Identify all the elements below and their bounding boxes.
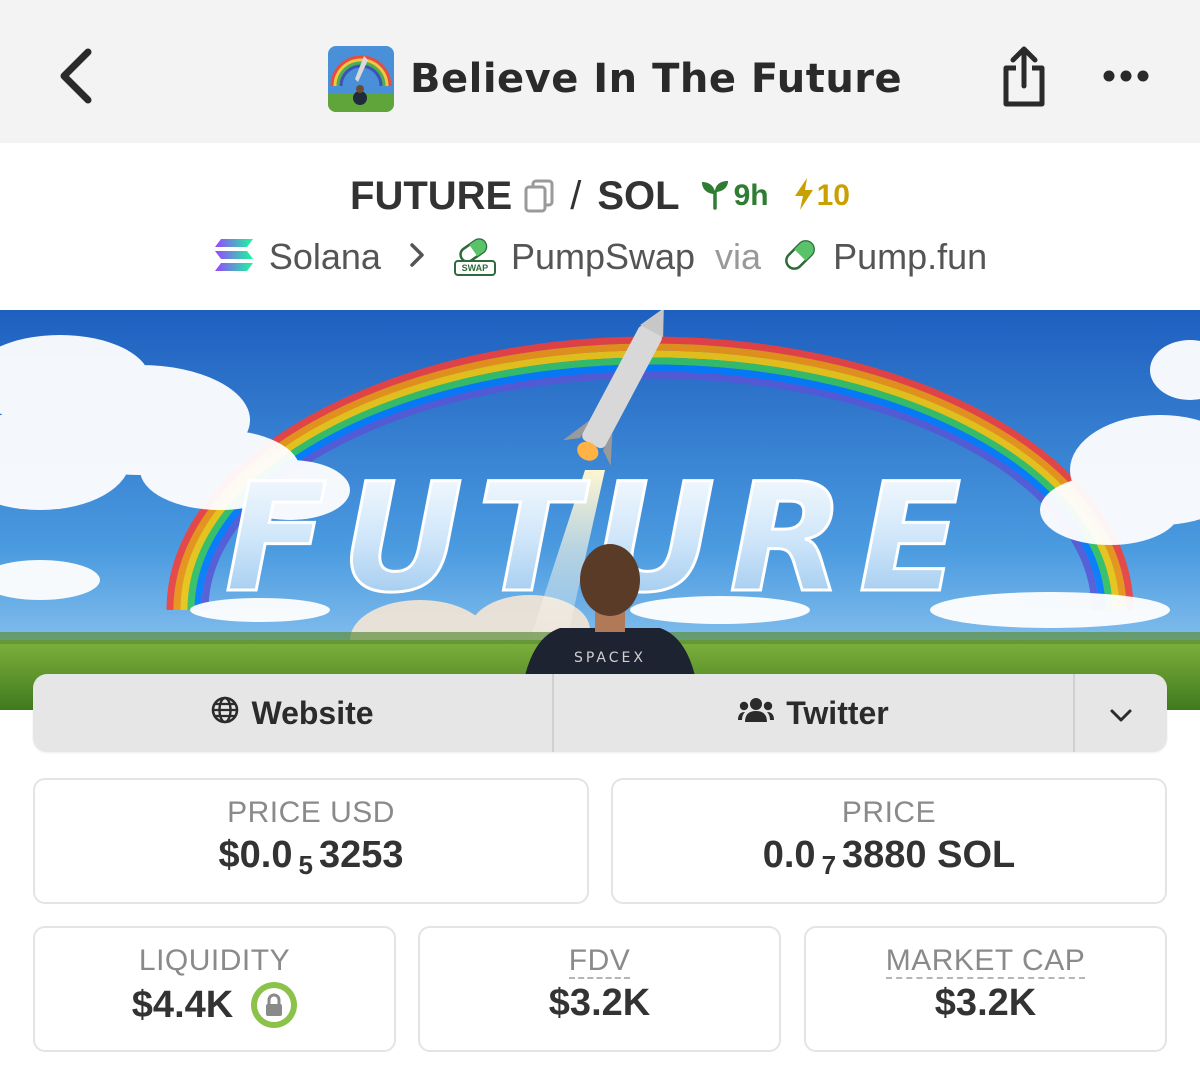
jacket-logo-text: SPACEX [574, 650, 646, 666]
share-button[interactable] [994, 44, 1054, 114]
price-usd-digits: 3253 [318, 834, 404, 876]
website-label: Website [251, 694, 374, 731]
market-cap-label[interactable]: MARKET CAP [806, 944, 1165, 979]
price-usd-zero-count: 5 [298, 850, 313, 880]
quote-token-symbol: SOL [597, 173, 680, 218]
twitter-label: Twitter [786, 694, 889, 731]
liquidity-lock-badge[interactable] [251, 982, 298, 1028]
pair-separator: / [570, 173, 582, 218]
share-icon [1000, 46, 1048, 113]
chain-link[interactable]: Solana [269, 236, 381, 278]
token-banner-image: FUTURE SPACEX [0, 310, 1200, 710]
chevron-right-icon [409, 242, 425, 273]
more-links-dropdown[interactable] [1075, 674, 1167, 752]
liquidity-value: $4.4K [131, 983, 234, 1026]
liquidity-label: LIQUIDITY [138, 944, 291, 977]
market-cap-label-text: MARKET CAP [885, 944, 1086, 979]
swap-badge-text: SWAP [461, 263, 489, 273]
globe-icon [211, 695, 239, 732]
website-button[interactable]: Website [33, 674, 554, 752]
liquidity-card: LIQUIDITY $4.4K [33, 926, 396, 1052]
price-usd-label: PRICE USD [227, 796, 395, 829]
social-links-bar: Website Twitter [33, 674, 1167, 752]
pair-age-text: 9h [733, 179, 769, 212]
back-button[interactable] [44, 46, 108, 110]
market-cap-value: $3.2K [934, 982, 1037, 1024]
fdv-label[interactable]: FDV [420, 944, 779, 979]
users-icon [738, 695, 775, 732]
chevron-down-icon [1109, 695, 1133, 732]
launchpad-link[interactable]: Pump.fun [833, 236, 987, 278]
price-native-prefix: 0.0 [762, 834, 816, 876]
more-dots-icon [1103, 69, 1149, 88]
price-usd-prefix: $0.0 [218, 834, 293, 876]
price-native-label: PRICE [841, 796, 937, 829]
liquidity-value-row: $4.4K [35, 982, 394, 1028]
boost-count: 10 [816, 179, 850, 212]
seedling-icon [700, 178, 730, 215]
pair-age: 9h [700, 178, 769, 215]
price-native-card: PRICE 0.0 7 3880 SOL [611, 778, 1167, 904]
twitter-button[interactable]: Twitter [554, 674, 1075, 752]
fdv-card: FDV $3.2K [418, 926, 781, 1052]
pumpswap-icon: SWAP [453, 237, 497, 277]
fdv-value: $3.2K [548, 982, 651, 1024]
copy-icon[interactable] [524, 179, 554, 213]
page-title: Believe In The Future [410, 56, 903, 102]
dex-link[interactable]: PumpSwap [511, 236, 695, 278]
pill-icon [781, 236, 819, 279]
price-usd-card: PRICE USD $0.0 5 3253 [33, 778, 589, 904]
price-native-digits: 3880 SOL [842, 834, 1016, 876]
price-native-zero-count: 7 [821, 850, 837, 880]
token-avatar [328, 46, 394, 112]
fdv-label-text: FDV [568, 944, 631, 979]
lock-icon [263, 984, 285, 1027]
via-text: via [715, 236, 762, 277]
pair-header: FUTURE / SOL 9h 10 [0, 170, 1200, 222]
more-button[interactable] [1096, 56, 1156, 100]
boost-badge[interactable]: 10 [793, 177, 850, 216]
page-header-title: Believe In The Future [328, 46, 902, 112]
chevron-left-icon [56, 48, 96, 109]
price-usd-value: $0.0 5 3253 [35, 834, 587, 880]
top-bar: Believe In The Future [0, 0, 1200, 143]
solana-icon [213, 237, 255, 278]
chain-breadcrumb: Solana SWAP PumpSwap via Pump.fun [0, 232, 1200, 282]
price-native-value: 0.0 7 3880 SOL [613, 834, 1165, 880]
base-token-symbol: FUTURE [350, 173, 513, 218]
market-cap-card: MARKET CAP $3.2K [804, 926, 1167, 1052]
lightning-icon [793, 177, 815, 216]
